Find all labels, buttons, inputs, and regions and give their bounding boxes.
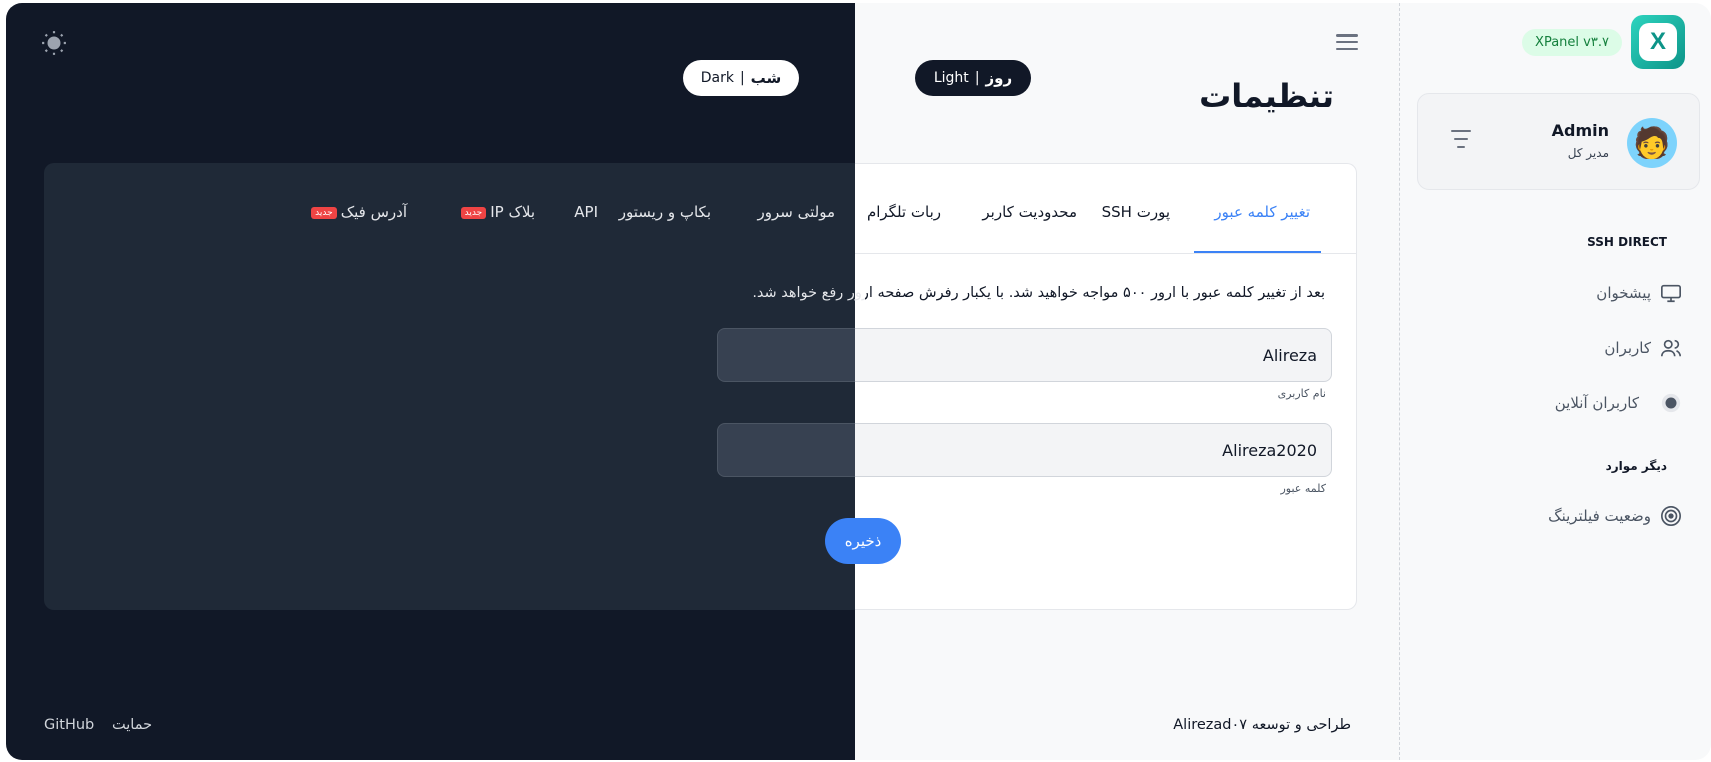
- dark-theme-button[interactable]: Dark | شب: [683, 60, 799, 96]
- tab-ip-block[interactable]: بلاک IPجدید: [460, 203, 535, 221]
- app-window: Dark | شب Light | روز تنظیمات تغییر کلمه…: [6, 3, 1711, 760]
- dashboard-icon: [1659, 281, 1683, 305]
- tab-change-password[interactable]: تغییر کلمه عبور: [1214, 203, 1310, 221]
- user-role: مدیر کل: [1567, 146, 1609, 160]
- logo-letter: X: [1639, 23, 1677, 61]
- tab-divider: [855, 253, 1357, 254]
- section-title-ssh-direct: SSH DIRECT: [1587, 235, 1667, 249]
- credit-text: طراحی و توسعه Alirezad۰۷: [1173, 717, 1351, 733]
- sun-icon[interactable]: [40, 29, 68, 57]
- sidebar-item-filtering-status[interactable]: وضعیت فیلترینگ: [1548, 501, 1683, 531]
- users-icon: [1659, 336, 1683, 360]
- password-value[interactable]: Alireza2020: [855, 423, 1332, 477]
- tab-api[interactable]: API: [574, 203, 598, 221]
- sidebar-item-label: کاربران آنلاین: [1554, 394, 1639, 412]
- avatar: 🧑: [1627, 118, 1677, 168]
- password-change-notice: بعد از تغییر کلمه عبور با ارور ۵۰۰ مواجه…: [752, 285, 1325, 301]
- user-card: Admin مدیر کل 🧑: [1417, 93, 1700, 190]
- filter-icon[interactable]: [1450, 130, 1472, 148]
- tab-user-limit[interactable]: محدودیت کاربر: [982, 203, 1077, 221]
- tab-backup-restore[interactable]: بکاپ و ریستور: [619, 203, 711, 221]
- target-icon: [1659, 504, 1683, 528]
- active-tab-indicator: [1194, 251, 1321, 253]
- username-label: نام کاربری: [1277, 387, 1326, 400]
- tab-ssh-port[interactable]: پورت SSH: [1102, 203, 1170, 221]
- version-badge: XPanel v۳.۷: [1522, 29, 1622, 56]
- github-link[interactable]: GitHub: [44, 717, 94, 733]
- online-icon: [1659, 391, 1683, 415]
- user-name: Admin: [1551, 121, 1609, 140]
- sidebar-item-label: وضعیت فیلترینگ: [1548, 507, 1651, 525]
- tab-multi-server[interactable]: مولتی سرور: [758, 203, 835, 221]
- dark-separator: |: [739, 70, 745, 86]
- save-button[interactable]: ذخیره: [825, 518, 901, 564]
- light-theme-button[interactable]: Light | روز: [915, 60, 1031, 96]
- page-title: تنظیمات: [1199, 77, 1334, 115]
- light-label-fa: روز: [985, 69, 1013, 87]
- sidebar-item-label: کاربران: [1604, 339, 1651, 357]
- sidebar-item-online-users[interactable]: کاربران آنلاین: [1555, 388, 1683, 418]
- new-badge: جدید: [460, 206, 487, 219]
- password-field[interactable]: Alireza2020: [717, 423, 1332, 477]
- hamburger-menu-icon[interactable]: [1334, 31, 1360, 53]
- tab-fake-address[interactable]: آدرس فیکجدید: [311, 203, 407, 221]
- sidebar-item-dashboard[interactable]: پیشخوان: [1596, 278, 1683, 308]
- light-label: Light: [933, 70, 969, 86]
- tab-telegram-bot[interactable]: ربات تلگرام: [867, 203, 941, 221]
- light-separator: |: [974, 70, 980, 86]
- new-badge: جدید: [311, 206, 337, 219]
- support-link[interactable]: حمایت: [112, 717, 152, 733]
- dark-label: Dark: [700, 70, 734, 86]
- dark-content-card: [44, 163, 855, 610]
- sidebar-item-users[interactable]: کاربران: [1604, 333, 1683, 363]
- password-label: کلمه عبور: [1280, 482, 1326, 495]
- xpanel-logo[interactable]: X: [1631, 15, 1685, 69]
- section-title-other: دیگر موارد: [1605, 459, 1667, 473]
- sidebar-divider: [1399, 3, 1400, 760]
- dark-label-fa: شب: [750, 69, 782, 87]
- username-field[interactable]: Alireza: [717, 328, 1332, 382]
- username-value[interactable]: Alireza: [855, 328, 1332, 382]
- sidebar-item-label: پیشخوان: [1596, 284, 1651, 302]
